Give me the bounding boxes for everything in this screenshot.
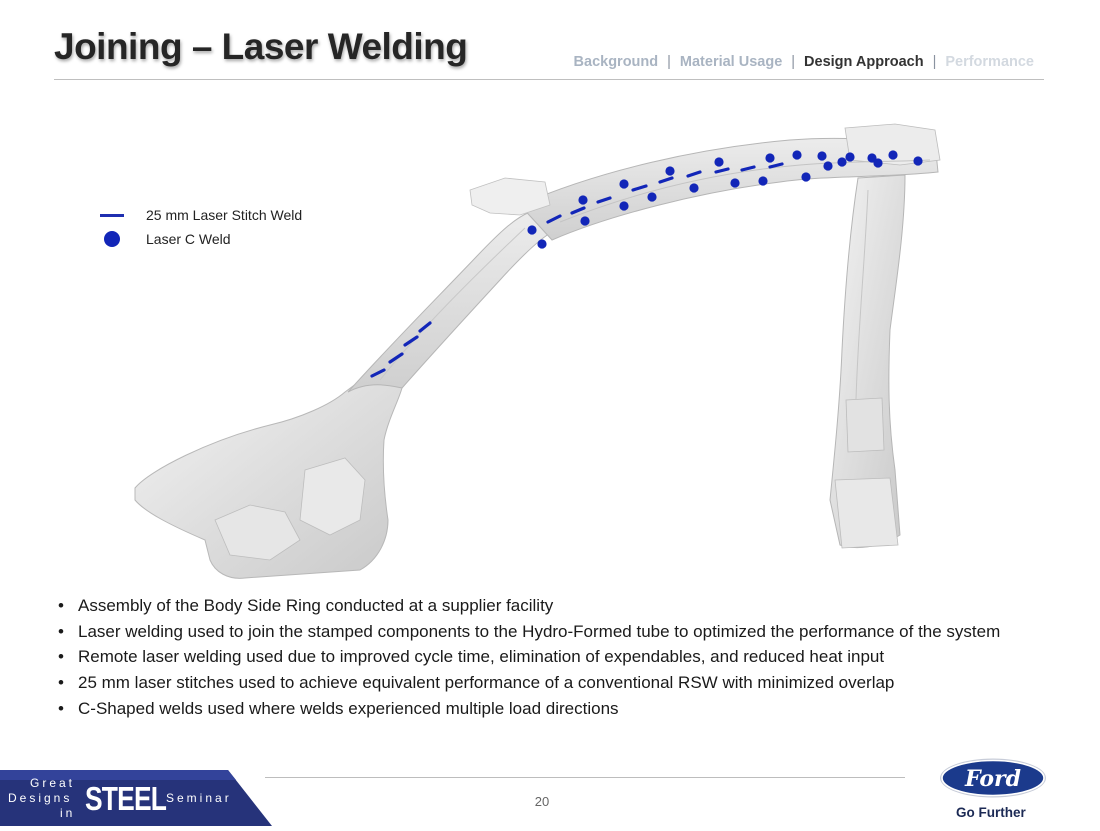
- c-weld-swatch: [104, 231, 120, 247]
- gds-designs: Designs: [8, 791, 73, 805]
- gds-seminar: Seminar: [166, 791, 232, 805]
- laser-c-weld: [837, 157, 847, 167]
- section-nav: Background | Material Usage | Design Approac…: [574, 54, 1034, 70]
- bullet-list: Assembly of the Body Side Ring conducted…: [56, 593, 1000, 722]
- laser-c-weld: [537, 239, 547, 249]
- laser-c-weld: [765, 153, 775, 163]
- page-number: 20: [534, 794, 550, 809]
- ford-tagline: Go Further: [956, 805, 1026, 820]
- bullet-item: Assembly of the Body Side Ring conducted…: [56, 593, 1000, 619]
- nav-separator: |: [791, 54, 796, 70]
- great-designs-in-steel-logo: Great Designs in STEEL Seminar: [0, 770, 272, 826]
- laser-c-weld: [665, 166, 675, 176]
- part-silhouette: [134, 123, 941, 579]
- laser-c-weld: [873, 158, 883, 168]
- laser-c-weld: [647, 192, 657, 202]
- legend-label-stitch: 25 mm Laser Stitch Weld: [146, 207, 303, 223]
- nav-separator: |: [932, 54, 937, 70]
- bullet-item: Laser welding used to join the stamped c…: [56, 619, 1000, 645]
- laser-c-weld: [619, 201, 629, 211]
- laser-c-weld: [801, 172, 811, 182]
- nav-item-material-usage[interactable]: Material Usage: [680, 54, 782, 70]
- stitch-weld-swatch: [100, 213, 124, 217]
- bullet-item: C-Shaped welds used where welds experien…: [56, 696, 1000, 722]
- laser-c-weld: [758, 176, 768, 186]
- laser-c-weld: [580, 216, 590, 226]
- laser-c-weld: [619, 179, 629, 189]
- legend-row-cweld: Laser C Weld: [100, 227, 302, 251]
- ford-wordmark: Ford: [964, 766, 1021, 792]
- bullet-item: Remote laser welding used due to improve…: [56, 644, 1000, 670]
- laser-c-weld: [888, 150, 898, 160]
- gds-great: Great: [30, 776, 76, 790]
- laser-c-weld: [578, 195, 588, 205]
- laser-c-weld: [913, 156, 923, 166]
- laser-c-weld: [730, 178, 740, 188]
- laser-c-weld: [845, 152, 855, 162]
- nav-separator: |: [667, 54, 671, 70]
- laser-c-weld: [689, 183, 699, 193]
- footer-divider: [265, 777, 905, 778]
- nav-item-performance[interactable]: Performance: [945, 54, 1034, 70]
- bullet-item: 25 mm laser stitches used to achieve equ…: [56, 670, 1000, 696]
- laser-c-weld: [527, 225, 537, 235]
- nav-item-design-approach[interactable]: Design Approach: [804, 54, 924, 70]
- laser-c-weld: [714, 157, 724, 167]
- ford-logo: Ford: [940, 758, 1046, 798]
- gds-in: in: [60, 806, 76, 820]
- nav-item-background[interactable]: Background: [574, 54, 659, 70]
- legend-label-cweld: Laser C Weld: [146, 231, 231, 247]
- legend-row-stitch: 25 mm Laser Stitch Weld: [100, 203, 302, 227]
- weld-legend: 25 mm Laser Stitch Weld Laser C Weld: [100, 203, 302, 251]
- body-side-ring-illustration: [134, 123, 941, 579]
- laser-c-weld: [823, 161, 833, 171]
- slide-title: Joining – Laser Welding: [54, 26, 468, 67]
- gds-steel: STEEL: [85, 780, 167, 817]
- laser-c-weld: [817, 151, 827, 161]
- laser-c-weld: [792, 150, 802, 160]
